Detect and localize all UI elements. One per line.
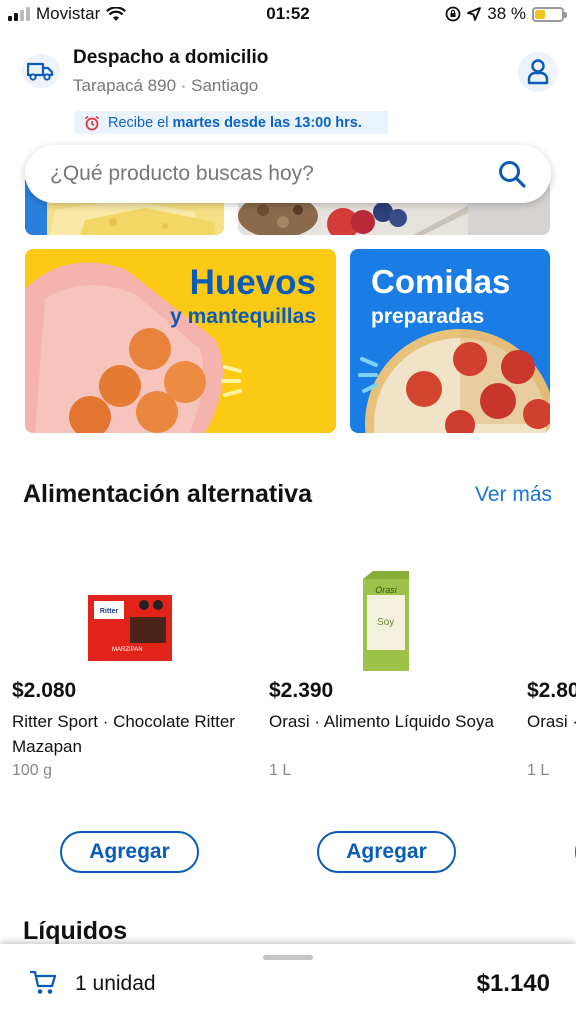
battery-percent: 38 % xyxy=(487,4,526,23)
banner-eggs[interactable]: Huevos y mantequillas xyxy=(25,249,336,433)
section-title-liquids: Líquidos xyxy=(23,917,128,945)
cart-units: 1 unidad xyxy=(75,972,156,995)
product-image-label: MARZIPAN xyxy=(112,647,143,653)
product-name[interactable]: Ritter Sport · Chocolate Ritter Mazapan xyxy=(12,709,257,759)
cart-icon xyxy=(30,970,57,994)
cart-bar[interactable]: 1 unidad $1.140 xyxy=(0,944,576,1024)
search-input[interactable]: ¿Qué producto buscas hoy? xyxy=(50,162,314,186)
truck-icon xyxy=(22,54,60,88)
search-icon[interactable] xyxy=(497,159,527,189)
section-title: Alimentación alternativa xyxy=(23,480,312,508)
delivery-notice: Recibe el martes desde las 13:00 hrs. xyxy=(74,111,388,134)
product-size: 1 L xyxy=(527,762,550,779)
product-price: $2.080 xyxy=(12,679,77,702)
svg-text:Orasi: Orasi xyxy=(375,585,398,595)
product-price: $2.390 xyxy=(269,679,334,702)
user-icon xyxy=(527,59,549,85)
svg-text:Ritter: Ritter xyxy=(100,608,119,615)
delivery-address[interactable]: Tarapacá 890 · Santiago xyxy=(73,76,258,96)
product-name[interactable]: Orasi · Alimen xyxy=(527,709,576,734)
product-card[interactable]: Orasi Soy $2.390 Orasi · Alimento Líquid… xyxy=(269,565,519,875)
status-bar: Movistar 01:52 38 % xyxy=(0,0,576,32)
delivery-title[interactable]: Despacho a domicilio xyxy=(73,47,268,69)
lock-rotation-icon xyxy=(445,6,461,22)
location-arrow-icon xyxy=(467,7,482,21)
product-card[interactable]: Ritter MARZIPAN $2.080 Ritter Sport · Ch… xyxy=(12,565,262,875)
add-button[interactable]: Agregar xyxy=(317,831,456,873)
product-size: 100 g xyxy=(12,762,53,779)
product-image-label: Soy xyxy=(377,617,394,628)
product-price: $2.80 xyxy=(527,679,576,702)
header: Despacho a domicilio Tarapacá 890 · Sant… xyxy=(0,38,576,108)
banner-prepared-food[interactable]: Comidas preparadas xyxy=(350,249,550,433)
notice-prefix: Recibe el xyxy=(108,114,169,131)
battery-icon xyxy=(532,6,567,22)
see-more-link[interactable]: Ver más xyxy=(475,483,552,507)
product-card[interactable]: $2.80 Orasi · Alimen 1 L xyxy=(527,565,576,875)
notice-emphasis: martes desde las 13:00 hrs. xyxy=(172,114,362,131)
banner-food-title: Comidas xyxy=(371,263,511,300)
cart-total: $1.140 xyxy=(476,970,550,997)
search-bar[interactable]: ¿Qué producto buscas hoy? xyxy=(25,145,551,203)
banner-eggs-subtitle: y mantequillas xyxy=(170,305,316,328)
product-name[interactable]: Orasi · Alimento Líquido Soya xyxy=(269,709,514,734)
banner-eggs-title: Huevos xyxy=(189,263,316,302)
product-image[interactable]: Orasi Soy xyxy=(269,565,509,675)
add-button[interactable]: Agregar xyxy=(60,831,199,873)
product-image[interactable]: Ritter MARZIPAN xyxy=(12,565,252,675)
alarm-clock-icon xyxy=(85,115,99,130)
drag-handle[interactable] xyxy=(263,955,313,960)
banner-food-subtitle: preparadas xyxy=(371,305,485,328)
product-size: 1 L xyxy=(269,762,292,779)
user-button[interactable] xyxy=(518,52,558,92)
